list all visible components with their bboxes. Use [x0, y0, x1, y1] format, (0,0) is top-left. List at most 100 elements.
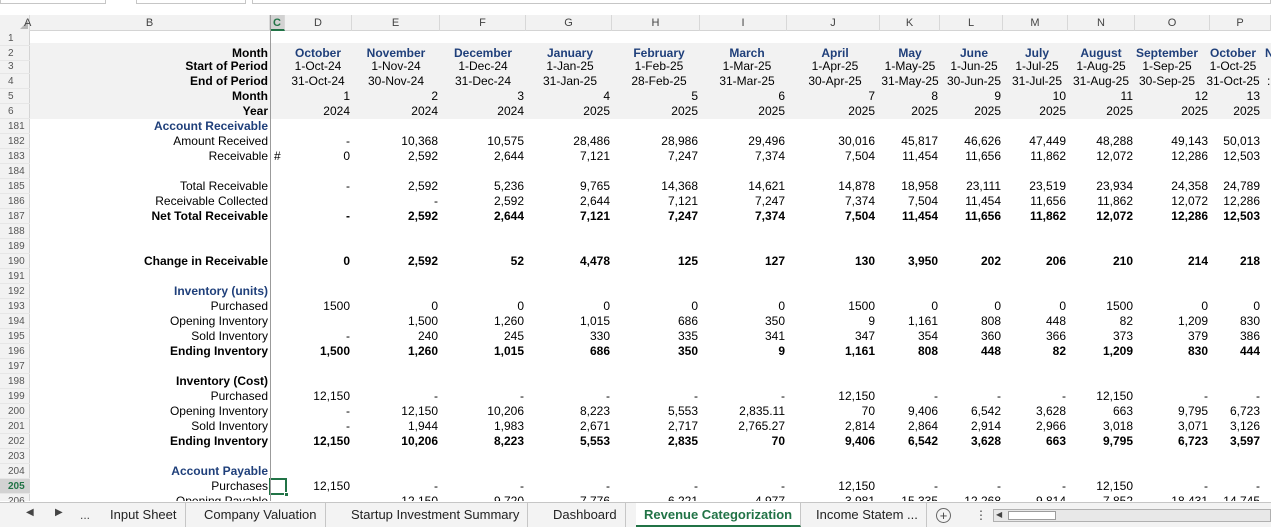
- cell-value[interactable]: -: [260, 134, 350, 149]
- row-header-199[interactable]: 199: [0, 389, 30, 404]
- row-header-183[interactable]: 183: [0, 149, 30, 164]
- column-header-n[interactable]: N: [1068, 15, 1135, 31]
- cell-value[interactable]: 0: [434, 299, 524, 314]
- cell-value[interactable]: -: [1170, 389, 1260, 404]
- cell-value[interactable]: -: [260, 329, 350, 344]
- cell-value[interactable]: 2,592: [348, 149, 438, 164]
- cell-value[interactable]: 2,592: [434, 194, 524, 209]
- cell-value[interactable]: 0: [348, 299, 438, 314]
- row-header-192[interactable]: 192: [0, 284, 30, 299]
- tab-menu-icon[interactable]: ⋮: [975, 508, 987, 522]
- cell-value[interactable]: -: [348, 389, 438, 404]
- cell-value[interactable]: 12,150: [260, 389, 350, 404]
- cell-value[interactable]: 50,013: [1170, 134, 1260, 149]
- cell-value[interactable]: 24,789: [1170, 179, 1260, 194]
- cell-value[interactable]: 7,247: [695, 194, 785, 209]
- row-header-200[interactable]: 200: [0, 404, 30, 419]
- cell-value[interactable]: -: [260, 209, 350, 224]
- tab-overflow-button[interactable]: ...: [80, 508, 90, 522]
- column-header-g[interactable]: G: [526, 15, 612, 31]
- row-header-198[interactable]: 198: [0, 374, 30, 389]
- sheet-tab-startup-investment-summary[interactable]: Startup Investment Summary: [343, 503, 529, 527]
- row-header-3[interactable]: 3: [0, 59, 30, 74]
- cell-value[interactable]: 9: [695, 344, 785, 359]
- cell-value[interactable]: 686: [520, 344, 610, 359]
- column-header-o[interactable]: O: [1135, 15, 1210, 31]
- cell-value[interactable]: 3,126: [1170, 419, 1260, 434]
- cell-value[interactable]: -: [260, 419, 350, 434]
- cell-value[interactable]: 350: [695, 314, 785, 329]
- cell-value[interactable]: 830: [1170, 314, 1260, 329]
- cell-value[interactable]: 52: [434, 254, 524, 269]
- cell-value[interactable]: 9,720: [434, 494, 524, 501]
- cell-value[interactable]: 240: [348, 329, 438, 344]
- cell-value[interactable]: 127: [695, 254, 785, 269]
- row-header-202[interactable]: 202: [0, 434, 30, 449]
- add-sheet-icon[interactable]: +: [936, 508, 951, 523]
- column-header-a[interactable]: A: [0, 15, 31, 31]
- column-header-p[interactable]: P: [1210, 15, 1271, 31]
- cell-value[interactable]: 444: [1170, 344, 1260, 359]
- cell-value[interactable]: 1500: [260, 299, 350, 314]
- cell-value[interactable]: 10,368: [348, 134, 438, 149]
- column-header-j[interactable]: J: [787, 15, 880, 31]
- sheet-tab-input-sheet[interactable]: Input Sheet: [102, 503, 186, 527]
- cell-value[interactable]: 6,221: [608, 494, 698, 501]
- cell-value[interactable]: 1,015: [520, 314, 610, 329]
- cell-value[interactable]: 10,206: [434, 404, 524, 419]
- cell-value[interactable]: 8,223: [434, 434, 524, 449]
- cell-value[interactable]: 12,503: [1170, 209, 1260, 224]
- cell-value[interactable]: 1,944: [348, 419, 438, 434]
- row-header-193[interactable]: 193: [0, 299, 30, 314]
- tab-scroll-right-icon[interactable]: ▶: [55, 507, 63, 518]
- cell-value[interactable]: 7,374: [695, 209, 785, 224]
- cell-value[interactable]: 1,015: [434, 344, 524, 359]
- column-header-l[interactable]: L: [940, 15, 1003, 31]
- row-header-5[interactable]: 5: [0, 89, 30, 104]
- cell-value[interactable]: 7,374: [695, 149, 785, 164]
- cell-value[interactable]: 218: [1170, 254, 1260, 269]
- cell-value[interactable]: 10,575: [434, 134, 524, 149]
- row-header-185[interactable]: 185: [0, 179, 30, 194]
- cell-value[interactable]: 2,671: [520, 419, 610, 434]
- cell-value[interactable]: 14,621: [695, 179, 785, 194]
- cell-value[interactable]: 9,765: [520, 179, 610, 194]
- cell-value[interactable]: 2,592: [348, 254, 438, 269]
- cell-value[interactable]: 4,478: [520, 254, 610, 269]
- cell-value[interactable]: 7,121: [520, 149, 610, 164]
- row-header-196[interactable]: 196: [0, 344, 30, 359]
- row-header-188[interactable]: 188: [0, 224, 30, 239]
- cell-value[interactable]: 5,553: [608, 404, 698, 419]
- column-header-k[interactable]: K: [880, 15, 940, 31]
- tab-scroll-left-icon[interactable]: ◀: [26, 507, 34, 518]
- cell-value[interactable]: 245: [434, 329, 524, 344]
- selected-cell[interactable]: [269, 478, 289, 497]
- cell-value[interactable]: 29,496: [695, 134, 785, 149]
- cell-value[interactable]: 686: [608, 314, 698, 329]
- cell-value[interactable]: 0: [260, 254, 350, 269]
- cell-value[interactable]: 28,486: [520, 134, 610, 149]
- column-header-h[interactable]: H: [612, 15, 700, 31]
- column-header-b[interactable]: B: [30, 15, 270, 31]
- cell-value[interactable]: 12,150: [348, 494, 438, 501]
- cell-value[interactable]: -: [608, 479, 698, 494]
- cell-value[interactable]: 14,745: [1170, 494, 1260, 501]
- cell-value[interactable]: 1,500: [348, 314, 438, 329]
- row-header-181[interactable]: 181: [0, 119, 30, 134]
- column-header-f[interactable]: F: [440, 15, 526, 31]
- row-header-205[interactable]: 205: [0, 479, 30, 494]
- cell-value[interactable]: -: [695, 479, 785, 494]
- row-header-197[interactable]: 197: [0, 359, 30, 374]
- column-header-c[interactable]: C: [270, 15, 285, 31]
- column-header-m[interactable]: M: [1003, 15, 1068, 31]
- cell-value[interactable]: 2,644: [434, 149, 524, 164]
- cell-value[interactable]: -: [348, 194, 438, 209]
- row-header-190[interactable]: 190: [0, 254, 30, 269]
- cell-value[interactable]: 4,977: [695, 494, 785, 501]
- scroll-left-arrow-icon[interactable]: ◀: [996, 510, 1002, 519]
- column-header-d[interactable]: D: [285, 15, 352, 31]
- cell-value[interactable]: 125: [608, 254, 698, 269]
- cell-value[interactable]: 0: [520, 299, 610, 314]
- cell-value[interactable]: -: [348, 479, 438, 494]
- cell-value[interactable]: 7,121: [608, 194, 698, 209]
